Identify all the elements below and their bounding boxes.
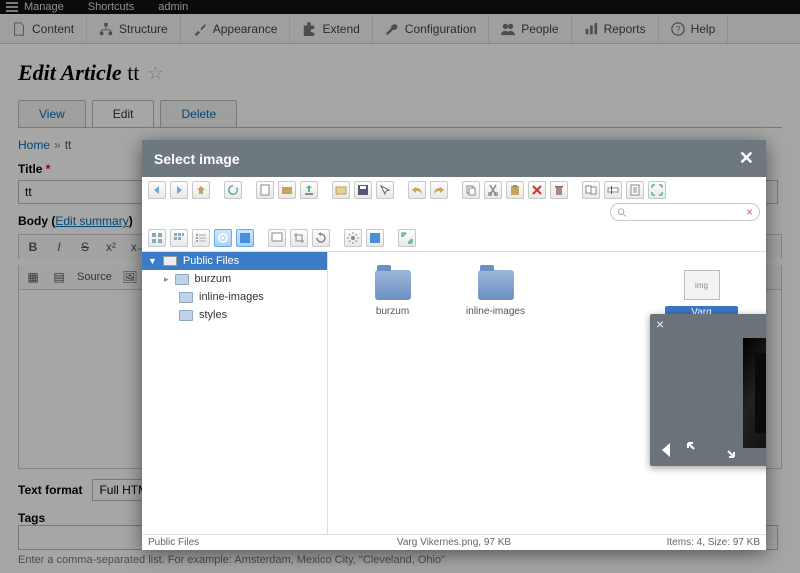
status-selection: Varg Vikernes.png, 97 KB xyxy=(352,537,556,548)
tree-item-burzum[interactable]: ▸burzum xyxy=(164,270,327,288)
folder-icon xyxy=(179,292,193,303)
view-list-button[interactable] xyxy=(192,229,210,247)
image-rotate-button[interactable] xyxy=(312,229,330,247)
image-thumb: img xyxy=(684,270,720,300)
file-grid: burzum inline-images img Varg Vikernes.p… xyxy=(328,252,766,534)
folder-icon xyxy=(179,310,193,321)
redo-button[interactable] xyxy=(430,181,448,199)
tree-item-label: styles xyxy=(199,309,227,321)
image-crop-button[interactable] xyxy=(290,229,308,247)
status-path: Public Files xyxy=(148,537,352,548)
file-manager: × ▼ xyxy=(142,177,766,550)
view-large-icons-button[interactable] xyxy=(148,229,166,247)
grid-item-label: burzum xyxy=(376,306,409,317)
view-preview-button[interactable] xyxy=(214,229,232,247)
new-folder-button[interactable] xyxy=(278,181,296,199)
preview-prev-button[interactable] xyxy=(658,441,676,462)
grid-folder-burzum[interactable]: burzum xyxy=(356,270,429,317)
paste-button[interactable] xyxy=(506,181,524,199)
forward-button[interactable] xyxy=(170,181,188,199)
image-preview-popup: × Varg Vikernes.png ◢ xyxy=(650,314,766,466)
open-button[interactable] xyxy=(332,181,350,199)
maximize-button[interactable] xyxy=(398,229,416,247)
tree-root[interactable]: ▼ Public Files xyxy=(142,252,327,270)
upload-button[interactable] xyxy=(300,181,318,199)
grid-item-label: inline-images xyxy=(466,306,525,317)
undo-button[interactable] xyxy=(408,181,426,199)
back-button[interactable] xyxy=(148,181,166,199)
folder-icon xyxy=(175,274,189,285)
save-button[interactable] xyxy=(354,181,372,199)
fm-search-input[interactable] xyxy=(627,206,746,218)
refresh-button[interactable] xyxy=(224,181,242,199)
preview-shrink-button[interactable] xyxy=(686,441,704,462)
new-file-button[interactable] xyxy=(256,181,274,199)
tree-item-styles[interactable]: styles xyxy=(164,306,327,324)
view-details-button[interactable] xyxy=(236,229,254,247)
select-button[interactable] xyxy=(376,181,394,199)
trash-button[interactable] xyxy=(550,181,568,199)
grid-folder-inline-images[interactable]: inline-images xyxy=(459,270,532,317)
tree-item-inline-images[interactable]: inline-images xyxy=(164,288,327,306)
about-button[interactable] xyxy=(366,229,384,247)
modal-header: Select image ✕ xyxy=(142,140,766,177)
settings-button[interactable] xyxy=(344,229,362,247)
preview-image xyxy=(743,338,767,448)
properties-button[interactable] xyxy=(626,181,644,199)
status-summary: Items: 4, Size: 97 KB xyxy=(556,537,760,548)
folder-icon xyxy=(375,270,411,300)
select-image-modal: Select image ✕ xyxy=(142,140,766,550)
fm-statusbar: Public Files Varg Vikernes.png, 97 KB It… xyxy=(142,534,766,550)
modal-title: Select image xyxy=(154,151,240,167)
folder-icon xyxy=(478,270,514,300)
fm-search[interactable]: × xyxy=(610,203,760,221)
search-icon xyxy=(617,207,627,218)
preview-nav xyxy=(658,441,736,462)
duplicate-button[interactable] xyxy=(582,181,600,199)
view-small-icons-button[interactable] xyxy=(170,229,188,247)
drive-icon xyxy=(163,256,177,266)
fm-search-clear[interactable]: × xyxy=(746,205,753,219)
preview-expand-button[interactable] xyxy=(718,441,736,462)
folder-tree: ▼ Public Files ▸burzum inline-images sty… xyxy=(142,252,328,534)
delete-button[interactable] xyxy=(528,181,546,199)
copy-button[interactable] xyxy=(462,181,480,199)
up-button[interactable] xyxy=(192,181,210,199)
rename-button[interactable] xyxy=(604,181,622,199)
tree-expand-icon: ▼ xyxy=(148,256,157,266)
fullscreen-button[interactable] xyxy=(648,181,666,199)
preview-close-button[interactable]: × xyxy=(656,316,664,332)
tree-item-label: burzum xyxy=(195,273,232,285)
modal-close-button[interactable]: ✕ xyxy=(739,148,754,169)
fm-toolbar: × xyxy=(142,177,766,252)
tree-root-label: Public Files xyxy=(183,255,239,267)
tree-item-label: inline-images xyxy=(199,291,264,303)
image-resize-button[interactable] xyxy=(268,229,286,247)
cut-button[interactable] xyxy=(484,181,502,199)
